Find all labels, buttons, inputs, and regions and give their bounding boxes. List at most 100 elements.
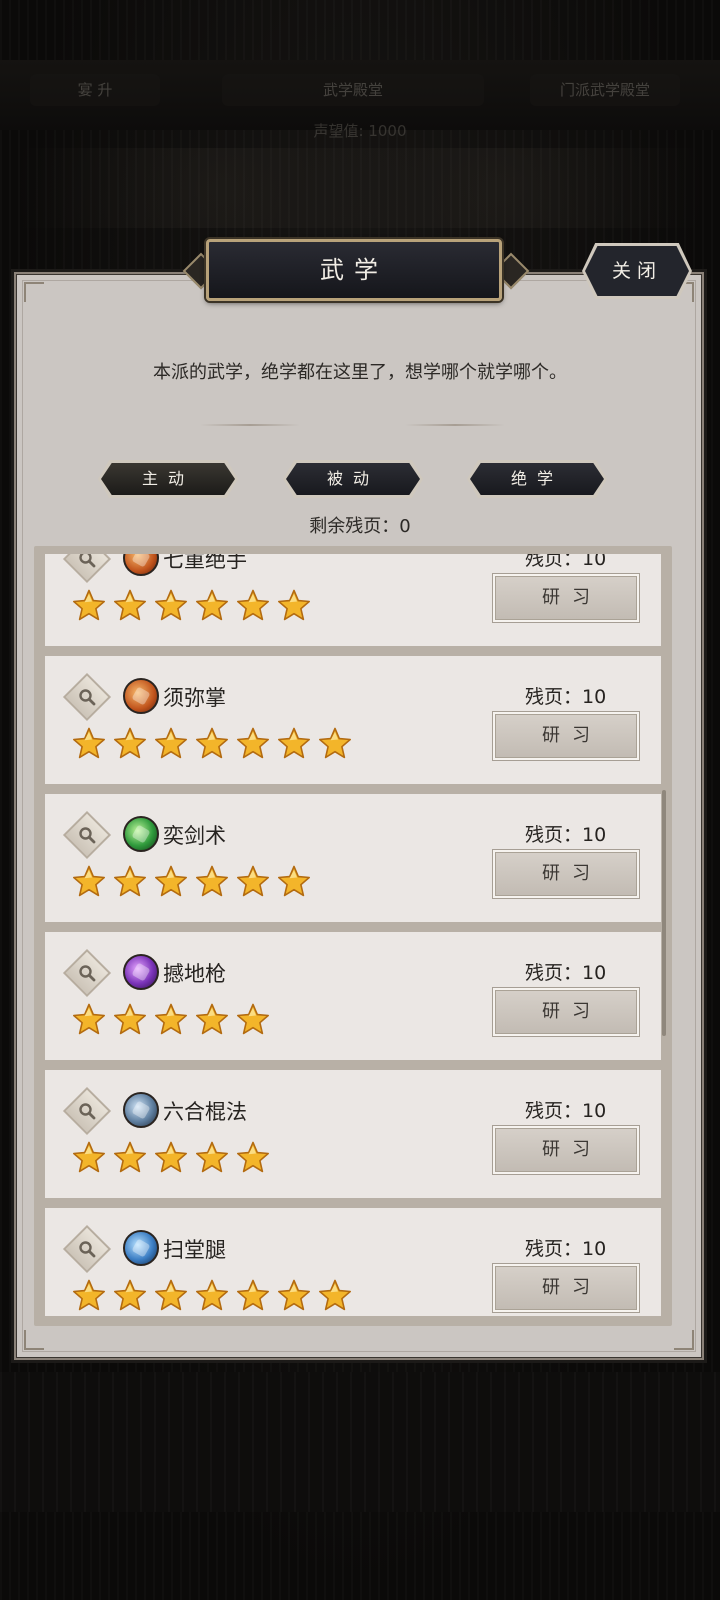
star-icon [235, 588, 271, 624]
star-icon [153, 1278, 189, 1314]
star-rating [71, 1002, 271, 1038]
skill-name: 六合棍法 [163, 1100, 247, 1124]
star-icon [194, 864, 230, 900]
fist-icon [123, 678, 159, 714]
skill-name: 扫堂腿 [163, 1238, 226, 1262]
magnifier-icon [79, 1103, 96, 1120]
skill-name: 须弥掌 [163, 686, 226, 710]
corner-ornament [24, 1330, 44, 1350]
dialog-title: 武学 [206, 239, 502, 301]
divider-left [200, 424, 300, 426]
study-button[interactable]: 研习 [493, 712, 639, 760]
inspect-button[interactable] [62, 810, 112, 860]
star-icon [71, 1278, 107, 1314]
magnifier-icon [79, 689, 96, 706]
star-icon [71, 726, 107, 762]
inspect-button[interactable] [62, 672, 112, 722]
skill-list[interactable]: 七重绝手 残页：10 研习 须弥掌 残页：10 研习 奕剑术 残页：10 研习 [45, 554, 661, 1316]
star-icon [194, 1140, 230, 1176]
inspect-button[interactable] [62, 1224, 112, 1274]
star-icon [153, 1140, 189, 1176]
magnifier-icon [79, 554, 96, 568]
skill-list-track: 七重绝手 残页：10 研习 须弥掌 残页：10 研习 奕剑术 残页：10 研习 [45, 554, 661, 1316]
kick-icon [123, 1230, 159, 1266]
skill-item-3: 奕剑术 残页：10 研习 [45, 794, 661, 922]
tab-ultimate-skills[interactable]: 绝学 [467, 460, 607, 498]
star-icon [194, 1278, 230, 1314]
scrollbar[interactable] [662, 790, 666, 1036]
skill-item-5: 六合棍法 残页：10 研习 [45, 1070, 661, 1198]
study-button[interactable]: 研习 [493, 988, 639, 1036]
star-icon [112, 1278, 148, 1314]
star-icon [235, 864, 271, 900]
inspect-button[interactable] [62, 1086, 112, 1136]
star-icon [276, 1278, 312, 1314]
close-button[interactable]: 关闭 [585, 246, 689, 296]
star-icon [194, 588, 230, 624]
corner-ornament [24, 282, 44, 302]
inspect-button[interactable] [62, 554, 112, 584]
star-icon [112, 864, 148, 900]
star-icon [194, 1002, 230, 1038]
star-icon [276, 726, 312, 762]
tab-label: 主动 [141, 469, 194, 488]
background-pill-center: 武学殿堂 [222, 74, 484, 106]
divider-right [405, 424, 505, 426]
inspect-button[interactable] [62, 948, 112, 998]
dialog-description: 本派的武学，绝学都在这里了，想学哪个就学哪个。 [153, 362, 567, 383]
study-button[interactable]: 研习 [493, 1264, 639, 1312]
star-icon [153, 726, 189, 762]
fist-icon [123, 554, 159, 576]
star-icon [276, 864, 312, 900]
background-ornament [0, 148, 720, 228]
star-rating [71, 1140, 271, 1176]
skill-pages: 残页：10 [525, 824, 607, 846]
star-icon [112, 1140, 148, 1176]
skill-item-1: 七重绝手 残页：10 研习 [45, 554, 661, 646]
star-rating [71, 588, 312, 624]
star-icon [276, 588, 312, 624]
skill-pages: 残页：10 [525, 686, 607, 708]
skill-item-2: 须弥掌 残页：10 研习 [45, 656, 661, 784]
spear-icon [123, 954, 159, 990]
tab-passive-skills[interactable]: 被动 [283, 460, 423, 498]
study-button[interactable]: 研习 [493, 850, 639, 898]
star-icon [71, 588, 107, 624]
skill-name: 奕剑术 [163, 824, 226, 848]
star-icon [235, 726, 271, 762]
background-pill-right: 门派武学殿堂 [530, 74, 680, 106]
star-icon [317, 726, 353, 762]
star-rating [71, 864, 312, 900]
star-icon [112, 726, 148, 762]
skill-item-6: 扫堂腿 残页：10 研习 [45, 1208, 661, 1316]
tab-label: 被动 [326, 469, 379, 488]
skill-name: 七重绝手 [163, 554, 247, 572]
star-icon [71, 1002, 107, 1038]
study-button[interactable]: 研习 [493, 1126, 639, 1174]
star-icon [153, 864, 189, 900]
star-icon [71, 1140, 107, 1176]
magnifier-icon [79, 965, 96, 982]
star-icon [71, 864, 107, 900]
star-icon [112, 588, 148, 624]
star-icon [194, 726, 230, 762]
tab-active-skills[interactable]: 主动 [98, 460, 238, 498]
skill-pages: 残页：10 [525, 962, 607, 984]
magnifier-icon [79, 1241, 96, 1258]
background-pill-left: 宴 升 [30, 74, 160, 106]
background-subtitle: 声望值: 1000 [313, 122, 407, 140]
magnifier-icon [79, 827, 96, 844]
staff-icon [123, 1092, 159, 1128]
star-icon [153, 1002, 189, 1038]
background-bottom-pattern [0, 1372, 720, 1512]
skill-pages: 残页：10 [525, 554, 607, 570]
star-rating [71, 726, 353, 762]
study-button[interactable]: 研习 [493, 574, 639, 622]
skill-name: 撼地枪 [163, 962, 226, 986]
corner-ornament [674, 1330, 694, 1350]
star-icon [235, 1278, 271, 1314]
star-icon [235, 1002, 271, 1038]
remaining-pages: 剩余残页：0 [309, 516, 411, 537]
tab-label: 绝学 [510, 469, 563, 488]
skill-pages: 残页：10 [525, 1238, 607, 1260]
